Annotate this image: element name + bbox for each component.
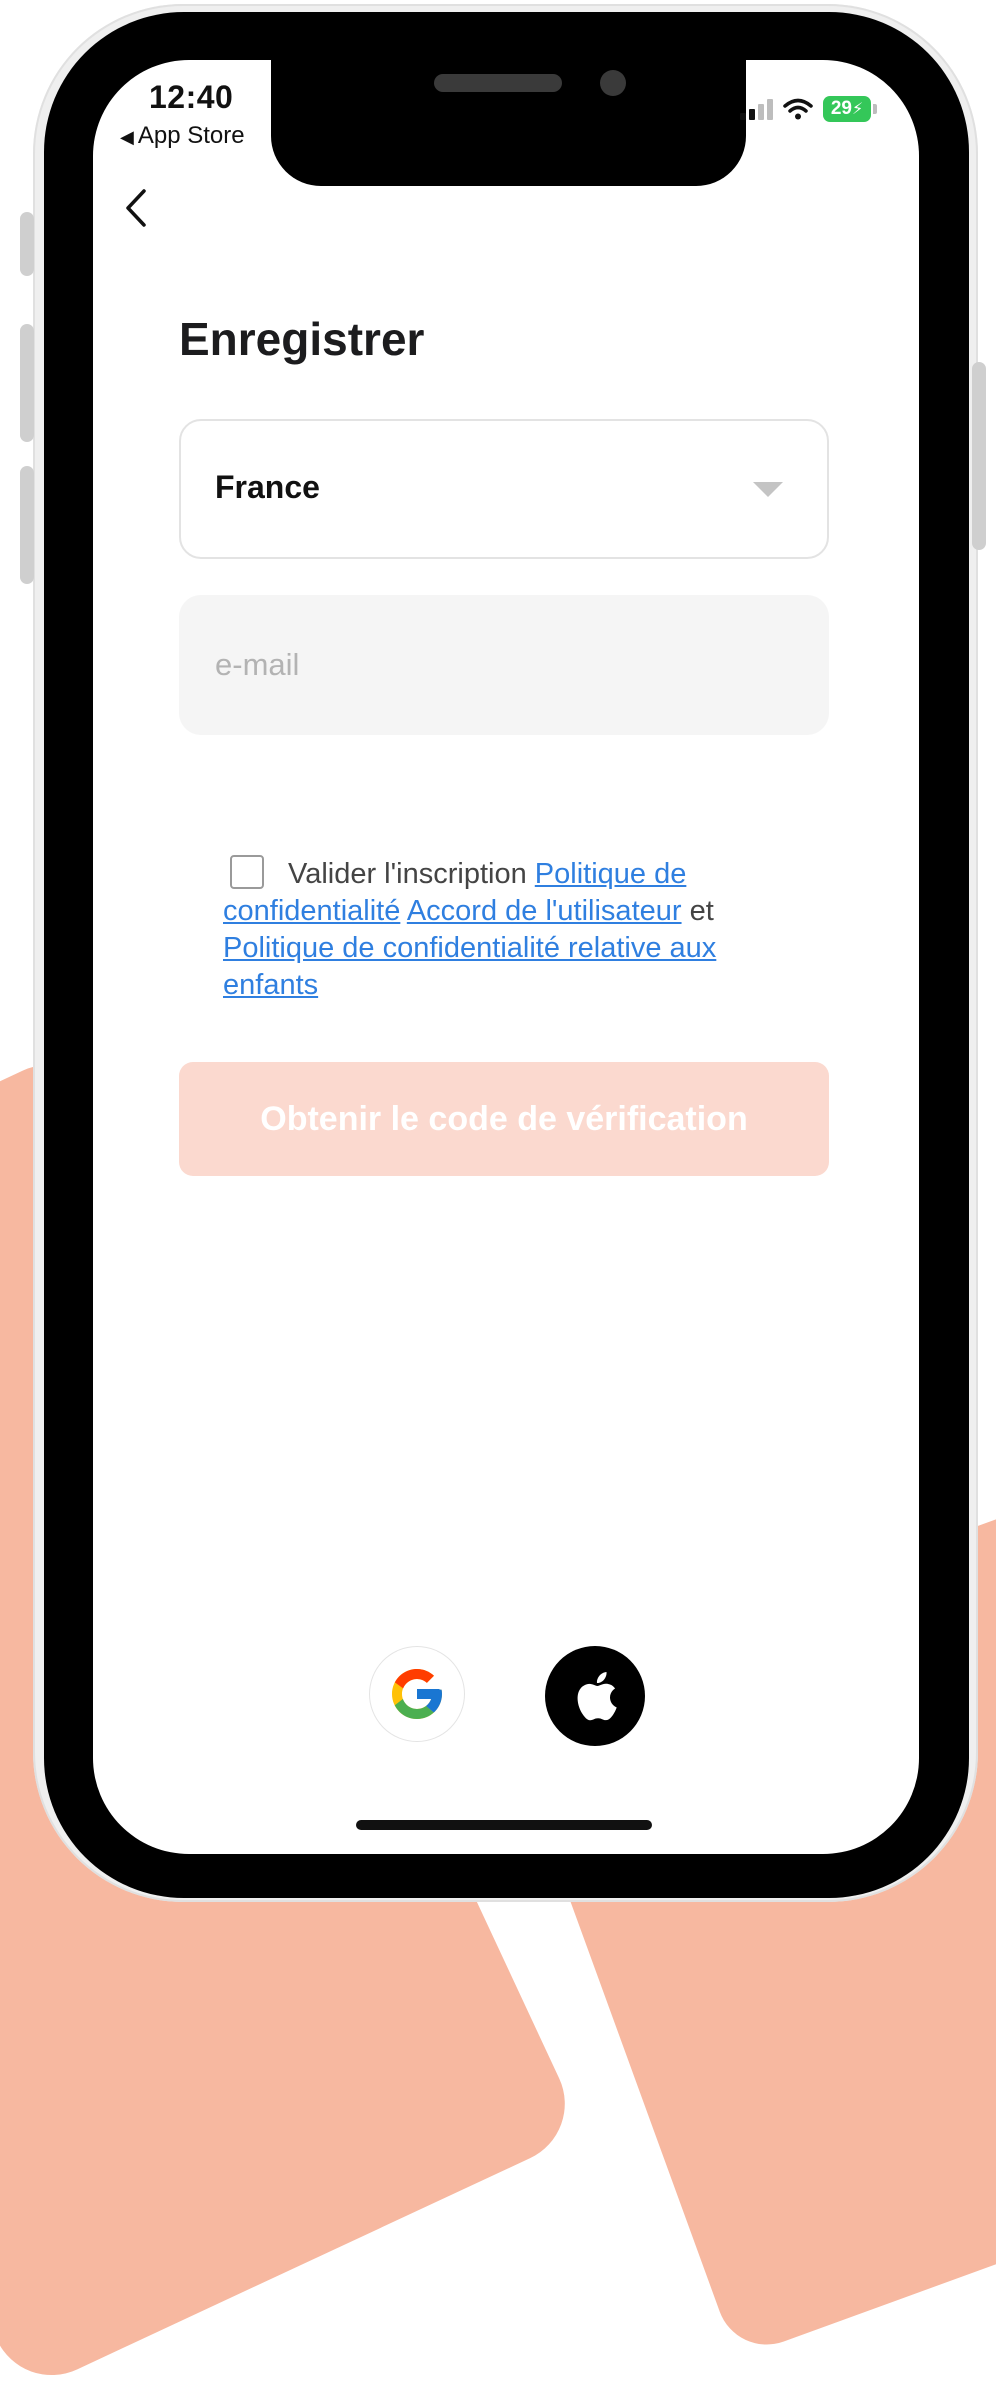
wifi-icon — [783, 98, 813, 120]
page-title: Enregistrer — [179, 313, 425, 365]
power-button — [972, 362, 986, 550]
email-field-container[interactable] — [179, 595, 829, 735]
volume-up-button — [20, 324, 34, 442]
phone-screen: 12:40 ◀ App Store 29 ⚡ Enregistrer France … — [93, 60, 919, 1854]
google-logo-icon — [392, 1669, 442, 1719]
speaker — [434, 74, 562, 92]
volume-down-button — [20, 466, 34, 584]
status-time: 12:40 — [149, 79, 234, 115]
home-indicator[interactable] — [356, 1820, 652, 1830]
terms-checkbox[interactable] — [230, 855, 264, 889]
back-to-app-store[interactable]: ◀ App Store — [120, 122, 245, 150]
user-agreement-link[interactable]: Accord de l'utilisateur — [407, 895, 682, 927]
apple-logo-icon — [577, 1672, 617, 1721]
get-verification-code-button[interactable]: Obtenir le code de vérification — [179, 1062, 829, 1176]
chevron-left-icon — [126, 189, 146, 227]
battery-icon: 29 ⚡ — [823, 96, 871, 122]
terms-conjunction: et — [689, 895, 714, 927]
apple-sign-in-button[interactable] — [545, 1646, 645, 1746]
battery-tip — [873, 104, 877, 114]
terms-consent: Valider l'inscription Politique de confi… — [223, 855, 813, 1004]
mute-switch — [20, 212, 34, 276]
country-select[interactable]: France — [179, 419, 829, 559]
email-input[interactable] — [213, 639, 777, 691]
google-sign-in-button[interactable] — [369, 1646, 465, 1742]
back-button[interactable] — [116, 178, 156, 238]
dropdown-caret-icon — [753, 482, 783, 497]
children-privacy-link[interactable]: Politique de confidentialité relative au… — [223, 932, 716, 1001]
cellular-signal-icon — [740, 98, 773, 120]
terms-prefix: Valider l'inscription — [288, 858, 527, 890]
notch — [271, 60, 746, 186]
back-app-label: App Store — [137, 122, 245, 149]
battery-level: 29 — [830, 98, 852, 119]
country-value: France — [215, 469, 320, 505]
front-camera — [600, 70, 626, 96]
back-triangle-icon: ◀ — [120, 127, 134, 147]
status-icons: 29 ⚡ — [740, 96, 877, 122]
